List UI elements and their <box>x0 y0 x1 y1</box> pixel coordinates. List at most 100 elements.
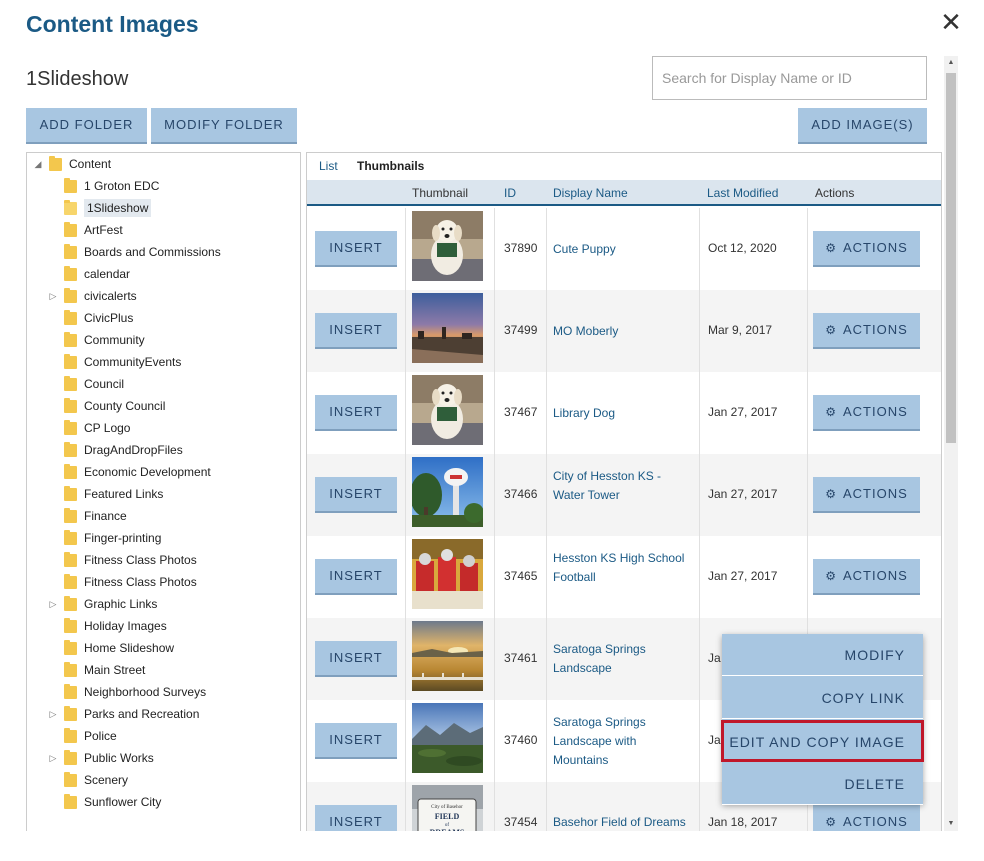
tree-item[interactable]: ▷ Parks and Recreation <box>50 704 199 724</box>
image-display-name[interactable]: City of Hesston KS - Water Tower <box>553 467 693 505</box>
tree-item[interactable]: ▷ civicalerts <box>50 286 137 306</box>
folder-icon <box>64 243 77 259</box>
tree-item[interactable]: DragAndDropFiles <box>64 440 183 460</box>
thumbnail-image[interactable] <box>412 539 483 609</box>
tree-item[interactable]: CivicPlus <box>64 308 133 328</box>
scroll-up-icon[interactable]: ▲ <box>944 56 958 70</box>
menu-item-copy-link[interactable]: COPY LINK <box>722 677 923 719</box>
tree-item[interactable]: Featured Links <box>64 484 163 504</box>
image-display-name[interactable]: Saratoga Springs Landscape with Mountain… <box>553 713 693 770</box>
tree-item-label: CivicPlus <box>84 311 134 325</box>
tree-item[interactable]: Main Street <box>64 660 145 680</box>
actions-button[interactable]: ⚙ ACTIONS <box>813 231 920 267</box>
tree-item[interactable]: Sunflower City <box>64 792 161 812</box>
tree-item[interactable]: ▷ Public Works <box>50 748 154 768</box>
last-modified-date: Jan 27, 2017 <box>708 405 778 419</box>
insert-button[interactable]: INSERT <box>315 477 397 513</box>
thumbnail-image[interactable] <box>410 457 484 527</box>
tree-item[interactable]: Scenery <box>64 770 128 790</box>
column-divider <box>405 536 406 618</box>
actions-label: ACTIONS <box>842 240 908 255</box>
actions-label: ACTIONS <box>842 322 908 337</box>
insert-button[interactable]: INSERT <box>315 395 397 431</box>
add-folder-button[interactable]: ADD FOLDER <box>26 108 147 144</box>
tree-item[interactable]: Council <box>64 374 124 394</box>
column-divider <box>405 782 406 831</box>
header-display-name[interactable]: Display Name <box>553 186 628 200</box>
close-icon[interactable]: ✕ <box>938 8 964 36</box>
actions-button[interactable]: ⚙ ACTIONS <box>813 477 920 513</box>
tree-item[interactable]: ArtFest <box>64 220 123 240</box>
tree-item[interactable]: 1 Groton EDC <box>64 176 159 196</box>
scroll-thumb[interactable] <box>946 73 956 443</box>
add-images-button[interactable]: ADD IMAGE(S) <box>798 108 927 144</box>
tree-item[interactable]: Economic Development <box>64 462 211 482</box>
tree-item[interactable]: 1Slideshow <box>64 198 152 218</box>
column-divider <box>546 290 547 372</box>
thumbnail-image[interactable] <box>412 211 483 281</box>
insert-button[interactable]: INSERT <box>315 805 397 831</box>
tree-item[interactable]: Community <box>64 330 145 350</box>
tree-item[interactable]: Neighborhood Surveys <box>64 682 206 702</box>
tab-thumbnails[interactable]: Thumbnails <box>357 159 424 173</box>
tree-item[interactable]: ▷ Graphic Links <box>50 594 158 614</box>
search-input[interactable] <box>652 56 927 100</box>
tree-item-label: Graphic Links <box>84 597 158 611</box>
table-header: Thumbnail ID Display Name Last Modified … <box>307 180 941 206</box>
actions-button[interactable]: ⚙ ACTIONS <box>813 395 920 431</box>
header-id[interactable]: ID <box>504 186 516 200</box>
tree-item[interactable]: CommunityEvents <box>64 352 181 372</box>
folder-icon <box>64 419 77 435</box>
thumbnail-image[interactable]: City of Basehor FIELD of DREAMS <box>412 785 483 831</box>
tab-list[interactable]: List <box>319 159 338 173</box>
menu-item-delete[interactable]: DELETE <box>722 763 923 805</box>
image-display-name[interactable]: Saratoga Springs Landscape <box>553 640 693 678</box>
image-display-name[interactable]: Hesston KS High School Football <box>553 549 693 587</box>
tree-item[interactable]: Finger-printing <box>64 528 161 548</box>
expand-arrow-icon[interactable]: ▷ <box>48 709 58 720</box>
thumbnail-image[interactable] <box>412 375 483 445</box>
tree-item[interactable]: Police <box>64 726 117 746</box>
column-divider <box>699 454 700 536</box>
insert-button[interactable]: INSERT <box>315 723 397 759</box>
header-last-modified[interactable]: Last Modified <box>707 186 778 200</box>
folder-icon <box>64 661 77 677</box>
tree-item[interactable]: Boards and Commissions <box>64 242 221 262</box>
image-display-name[interactable]: Cute Puppy <box>553 240 693 259</box>
tree-item[interactable]: Holiday Images <box>64 616 167 636</box>
actions-button[interactable]: ⚙ ACTIONS <box>813 313 920 349</box>
tree-item[interactable]: County Council <box>64 396 165 416</box>
expand-arrow-icon[interactable]: ▷ <box>48 291 58 302</box>
tree-item-label: Finance <box>84 509 127 523</box>
tree-item[interactable]: Fitness Class Photos <box>64 550 197 570</box>
expand-arrow-icon[interactable]: ◢ <box>33 159 43 170</box>
modify-folder-button[interactable]: MODIFY FOLDER <box>151 108 297 144</box>
tree-item[interactable]: Fitness Class Photos <box>64 572 197 592</box>
thumbnail-image[interactable] <box>412 703 483 773</box>
tree-item[interactable]: calendar <box>64 264 130 284</box>
insert-button[interactable]: INSERT <box>315 559 397 595</box>
scrollbar[interactable]: ▲ ▼ <box>944 56 958 831</box>
image-display-name[interactable]: Basehor Field of Dreams <box>553 813 693 831</box>
tree-item-label: Fitness Class Photos <box>84 553 197 567</box>
thumbnail-image[interactable] <box>412 293 483 363</box>
actions-button[interactable]: ⚙ ACTIONS <box>813 559 920 595</box>
scroll-down-icon[interactable]: ▼ <box>944 817 958 831</box>
actions-button[interactable]: ⚙ ACTIONS <box>813 805 920 831</box>
insert-button[interactable]: INSERT <box>315 641 397 677</box>
expand-arrow-icon[interactable]: ▷ <box>48 753 58 764</box>
tree-item[interactable]: CP Logo <box>64 418 130 438</box>
image-id: 37467 <box>504 405 538 419</box>
insert-button[interactable]: INSERT <box>315 231 397 267</box>
column-divider <box>494 618 495 700</box>
menu-item-edit-and-copy-image[interactable]: EDIT AND COPY IMAGE <box>721 720 924 762</box>
tree-item[interactable]: Home Slideshow <box>64 638 174 658</box>
image-display-name[interactable]: MO Moberly <box>553 322 693 341</box>
expand-arrow-icon[interactable]: ▷ <box>48 599 58 610</box>
tree-root-content[interactable]: ◢ Content <box>33 154 111 174</box>
tree-item[interactable]: Finance <box>64 506 127 526</box>
image-display-name[interactable]: Library Dog <box>553 404 693 423</box>
insert-button[interactable]: INSERT <box>315 313 397 349</box>
thumbnail-image[interactable] <box>412 621 483 691</box>
menu-item-modify[interactable]: MODIFY <box>722 634 923 676</box>
